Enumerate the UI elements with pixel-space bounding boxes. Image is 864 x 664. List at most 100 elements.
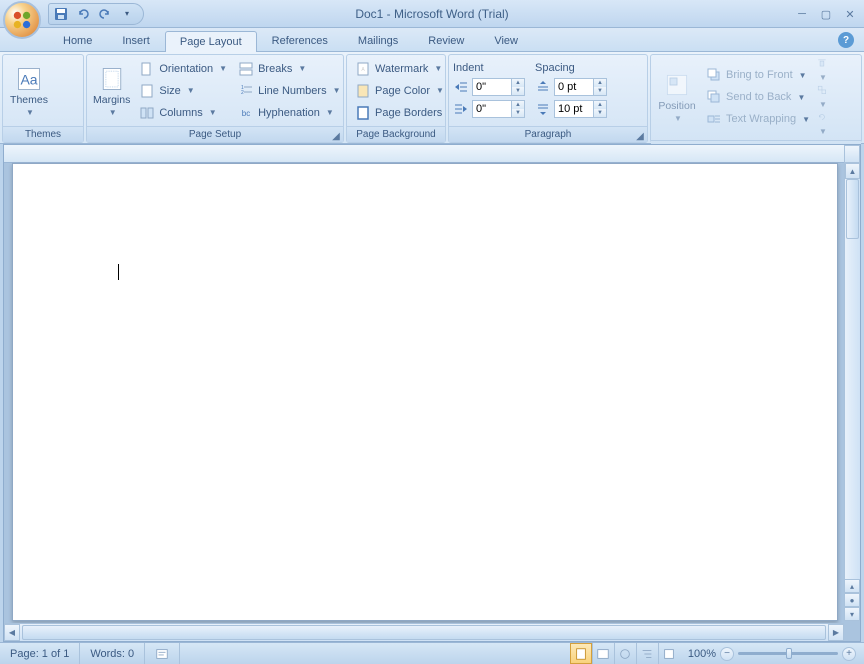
page-setup-launcher-icon[interactable]: ◢ — [331, 129, 341, 139]
browse-object-icon[interactable]: ● — [844, 593, 860, 607]
scroll-up-icon[interactable]: ▲ — [845, 163, 860, 179]
chevron-down-icon: ▼ — [109, 108, 117, 117]
size-button[interactable]: Size▼ — [135, 81, 231, 101]
spacing-after-icon — [535, 101, 551, 117]
word-count[interactable]: Words: 0 — [80, 643, 145, 664]
redo-icon[interactable] — [97, 6, 113, 22]
zoom-out-button[interactable]: − — [720, 647, 734, 661]
group-icon[interactable]: ▼ — [817, 85, 827, 110]
spacing-before-spinner[interactable]: ▲▼ — [554, 78, 607, 96]
line-numbers-button[interactable]: 12Line Numbers▼ — [234, 81, 344, 101]
hyphenation-icon: bc — [238, 105, 254, 121]
spacing-before-icon — [535, 79, 551, 95]
page-background-group-label: Page Background — [347, 126, 445, 142]
close-button[interactable]: ✕ — [842, 6, 858, 22]
hscroll-thumb[interactable] — [22, 625, 826, 640]
line-numbers-icon: 12 — [238, 83, 254, 99]
send-back-icon — [706, 89, 722, 105]
text-wrapping-button[interactable]: Text Wrapping▼ — [702, 109, 814, 129]
indent-left-spinner[interactable]: ▲▼ — [472, 78, 525, 96]
status-bar: Page: 1 of 1 Words: 0 100% − + — [0, 642, 864, 664]
outline-view-icon[interactable] — [636, 643, 658, 664]
bring-to-front-button[interactable]: Bring to Front▼ — [702, 65, 814, 85]
ruler-toggle[interactable] — [844, 145, 860, 163]
page-color-icon — [355, 83, 371, 99]
send-to-back-button[interactable]: Send to Back▼ — [702, 87, 814, 107]
full-screen-view-icon[interactable] — [592, 643, 614, 664]
tab-page-layout[interactable]: Page Layout — [165, 31, 257, 52]
scroll-left-icon[interactable]: ◀ — [4, 624, 20, 641]
indent-left-icon — [453, 79, 469, 95]
tab-references[interactable]: References — [257, 30, 343, 51]
qat-dropdown-icon[interactable]: ▾ — [119, 6, 135, 22]
margins-label: Margins — [93, 95, 130, 106]
paragraph-launcher-icon[interactable]: ◢ — [635, 129, 645, 139]
maximize-button[interactable]: ▢ — [818, 6, 834, 22]
quick-access-toolbar: ▾ — [48, 3, 144, 25]
align-icon[interactable]: ▼ — [817, 58, 827, 83]
tab-insert[interactable]: Insert — [107, 30, 165, 51]
text-wrap-icon — [706, 111, 722, 127]
breaks-button[interactable]: Breaks▼ — [234, 59, 344, 79]
draft-view-icon[interactable] — [658, 643, 680, 664]
print-layout-view-icon[interactable] — [570, 643, 592, 664]
zoom-slider-thumb[interactable] — [786, 648, 792, 659]
tab-view[interactable]: View — [479, 30, 533, 51]
prev-page-icon[interactable]: ▴ — [844, 579, 860, 593]
tab-home[interactable]: Home — [48, 30, 107, 51]
indent-right-spinner[interactable]: ▲▼ — [472, 100, 525, 118]
themes-label: Themes — [10, 95, 48, 106]
chevron-down-icon: ▼ — [674, 114, 682, 123]
themes-button[interactable]: Aa Themes ▼ — [7, 58, 51, 123]
orientation-button[interactable]: Orientation▼ — [135, 59, 231, 79]
columns-icon — [139, 105, 155, 121]
orientation-icon — [139, 61, 155, 77]
spacing-label: Spacing — [535, 62, 607, 74]
vertical-scrollbar[interactable]: ▲ ▼ — [844, 163, 860, 621]
zoom-slider[interactable] — [738, 652, 838, 655]
svg-text:Aa: Aa — [20, 71, 37, 87]
position-button[interactable]: Position ▼ — [655, 58, 699, 137]
watermark-button[interactable]: AWatermark▼ — [351, 59, 448, 79]
document-area: ▲ ▼ ▴ ● ▾ ◀ ▶ — [3, 144, 861, 642]
page-borders-button[interactable]: Page Borders — [351, 103, 448, 123]
position-label: Position — [658, 101, 695, 112]
indent-right-icon — [453, 101, 469, 117]
page-status[interactable]: Page: 1 of 1 — [0, 643, 80, 664]
minimize-button[interactable]: ─ — [794, 6, 810, 22]
svg-text:bc: bc — [242, 109, 250, 118]
size-icon — [139, 83, 155, 99]
page-setup-group-label: Page Setup◢ — [87, 126, 343, 142]
horizontal-ruler[interactable] — [4, 145, 844, 163]
breaks-icon — [238, 61, 254, 77]
window-title: Doc1 - Microsoft Word (Trial) — [355, 7, 508, 21]
page-borders-icon — [355, 105, 371, 121]
office-button[interactable] — [3, 1, 41, 39]
zoom-level[interactable]: 100% — [688, 648, 716, 660]
margins-button[interactable]: Margins ▼ — [91, 58, 132, 123]
vscroll-thumb[interactable] — [846, 179, 859, 239]
indent-label: Indent — [453, 62, 525, 74]
spacing-after-spinner[interactable]: ▲▼ — [554, 100, 607, 118]
horizontal-scrollbar[interactable]: ◀ ▶ — [4, 623, 844, 641]
tab-mailings[interactable]: Mailings — [343, 30, 413, 51]
text-cursor — [118, 264, 119, 280]
rotate-icon[interactable]: ▼ — [817, 112, 827, 137]
next-page-icon[interactable]: ▾ — [844, 607, 860, 621]
scroll-right-icon[interactable]: ▶ — [828, 624, 844, 641]
help-icon[interactable]: ? — [838, 32, 854, 48]
themes-group-label: Themes — [3, 126, 83, 142]
svg-text:2: 2 — [241, 90, 244, 96]
paragraph-group-label: Paragraph◢ — [449, 126, 647, 142]
columns-button[interactable]: Columns▼ — [135, 103, 231, 123]
web-layout-view-icon[interactable] — [614, 643, 636, 664]
chevron-down-icon: ▼ — [26, 108, 34, 117]
document-page[interactable] — [12, 163, 838, 621]
save-icon[interactable] — [53, 6, 69, 22]
zoom-in-button[interactable]: + — [842, 647, 856, 661]
tab-review[interactable]: Review — [413, 30, 479, 51]
language-status[interactable] — [145, 643, 180, 664]
undo-icon[interactable] — [75, 6, 91, 22]
page-color-button[interactable]: Page Color▼ — [351, 81, 448, 101]
hyphenation-button[interactable]: bcHyphenation▼ — [234, 103, 344, 123]
